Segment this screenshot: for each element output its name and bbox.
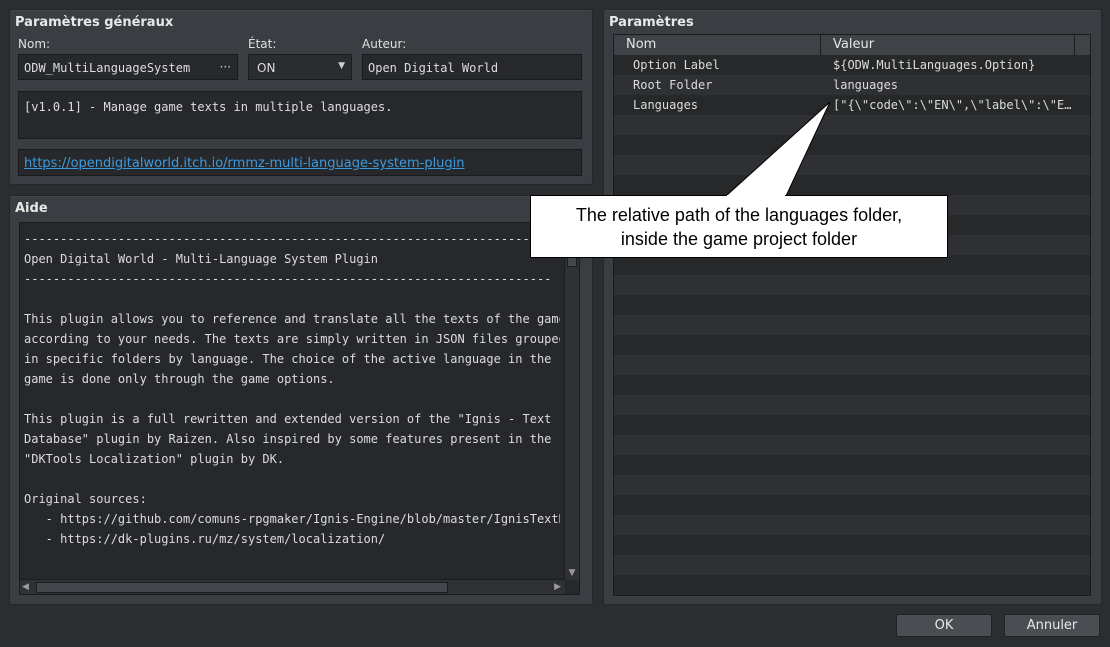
parameters-table: Nom Valeur Option Label ${ODW.MultiLangu… xyxy=(613,34,1091,596)
state-value: ON xyxy=(257,61,276,75)
help-horizontal-scrollbar[interactable]: ◀ ▶ xyxy=(20,579,565,594)
help-title: Aide xyxy=(15,201,48,216)
col-header-name[interactable]: Nom xyxy=(626,37,656,52)
help-text: ----------------------------------------… xyxy=(24,232,560,546)
plugin-url-link[interactable]: https://opendigitalworld.itch.io/rmmz-mu… xyxy=(24,156,465,171)
scroll-right-icon[interactable]: ▶ xyxy=(554,580,561,594)
chevron-down-icon: ▼ xyxy=(338,61,345,71)
state-label: État: xyxy=(248,37,277,51)
empty-row xyxy=(614,135,1090,155)
callout-line-1: The relative path of the languages folde… xyxy=(575,205,903,225)
help-text-area[interactable]: ----------------------------------------… xyxy=(19,222,580,595)
empty-row xyxy=(614,315,1090,335)
name-value: ODW_MultiLanguageSystem xyxy=(24,61,191,75)
empty-row xyxy=(614,555,1090,575)
col-header-value[interactable]: Valeur xyxy=(833,37,874,52)
author-value: Open Digital World xyxy=(368,61,499,75)
general-settings-title: Paramètres généraux xyxy=(15,15,174,30)
empty-row xyxy=(614,455,1090,475)
parameters-table-header: Nom Valeur xyxy=(614,35,1090,56)
empty-row xyxy=(614,375,1090,395)
empty-row xyxy=(614,175,1090,195)
param-row-option-label[interactable]: Option Label ${ODW.MultiLanguages.Option… xyxy=(614,55,1090,75)
name-label: Nom: xyxy=(18,37,51,51)
author-field[interactable]: Open Digital World xyxy=(362,54,582,80)
empty-row xyxy=(614,435,1090,455)
empty-row xyxy=(614,335,1090,355)
cancel-button[interactable]: Annuler xyxy=(1004,614,1100,637)
description-field[interactable]: [v1.0.1] - Manage game texts in multiple… xyxy=(18,91,582,139)
empty-row xyxy=(614,255,1090,275)
url-field[interactable]: https://opendigitalworld.itch.io/rmmz-mu… xyxy=(18,149,582,176)
more-options-icon[interactable]: ··· xyxy=(220,60,231,74)
param-row-root-folder[interactable]: Root Folder languages xyxy=(614,75,1090,95)
callout-annotation: The relative path of the languages folde… xyxy=(530,195,948,258)
empty-row xyxy=(614,595,1090,596)
ok-button[interactable]: OK xyxy=(896,614,992,637)
empty-row xyxy=(614,575,1090,595)
empty-row xyxy=(614,495,1090,515)
scroll-left-icon[interactable]: ◀ xyxy=(22,580,29,594)
help-horizontal-scroll-thumb[interactable] xyxy=(36,582,448,593)
empty-row xyxy=(614,355,1090,375)
empty-row xyxy=(614,535,1090,555)
empty-row xyxy=(614,395,1090,415)
empty-row xyxy=(614,295,1090,315)
parameters-rows: Option Label ${ODW.MultiLanguages.Option… xyxy=(614,55,1090,596)
callout-line-2: inside the game project folder xyxy=(620,229,858,249)
empty-row xyxy=(614,155,1090,175)
empty-row xyxy=(614,515,1090,535)
empty-row xyxy=(614,475,1090,495)
param-row-languages[interactable]: Languages ["{\"code\":\"EN\",\"label\":\… xyxy=(614,95,1090,115)
scroll-down-icon[interactable]: ▼ xyxy=(565,566,579,580)
empty-row xyxy=(614,115,1090,135)
state-select[interactable]: ON ▼ xyxy=(248,54,352,80)
author-label: Auteur: xyxy=(362,37,407,51)
help-vertical-scrollbar[interactable]: ▼ xyxy=(564,223,579,580)
parameters-title: Paramètres xyxy=(609,15,694,30)
name-field[interactable]: ODW_MultiLanguageSystem ··· xyxy=(18,54,238,80)
empty-row xyxy=(614,415,1090,435)
description-value: [v1.0.1] - Manage game texts in multiple… xyxy=(24,100,393,114)
empty-row xyxy=(614,275,1090,295)
